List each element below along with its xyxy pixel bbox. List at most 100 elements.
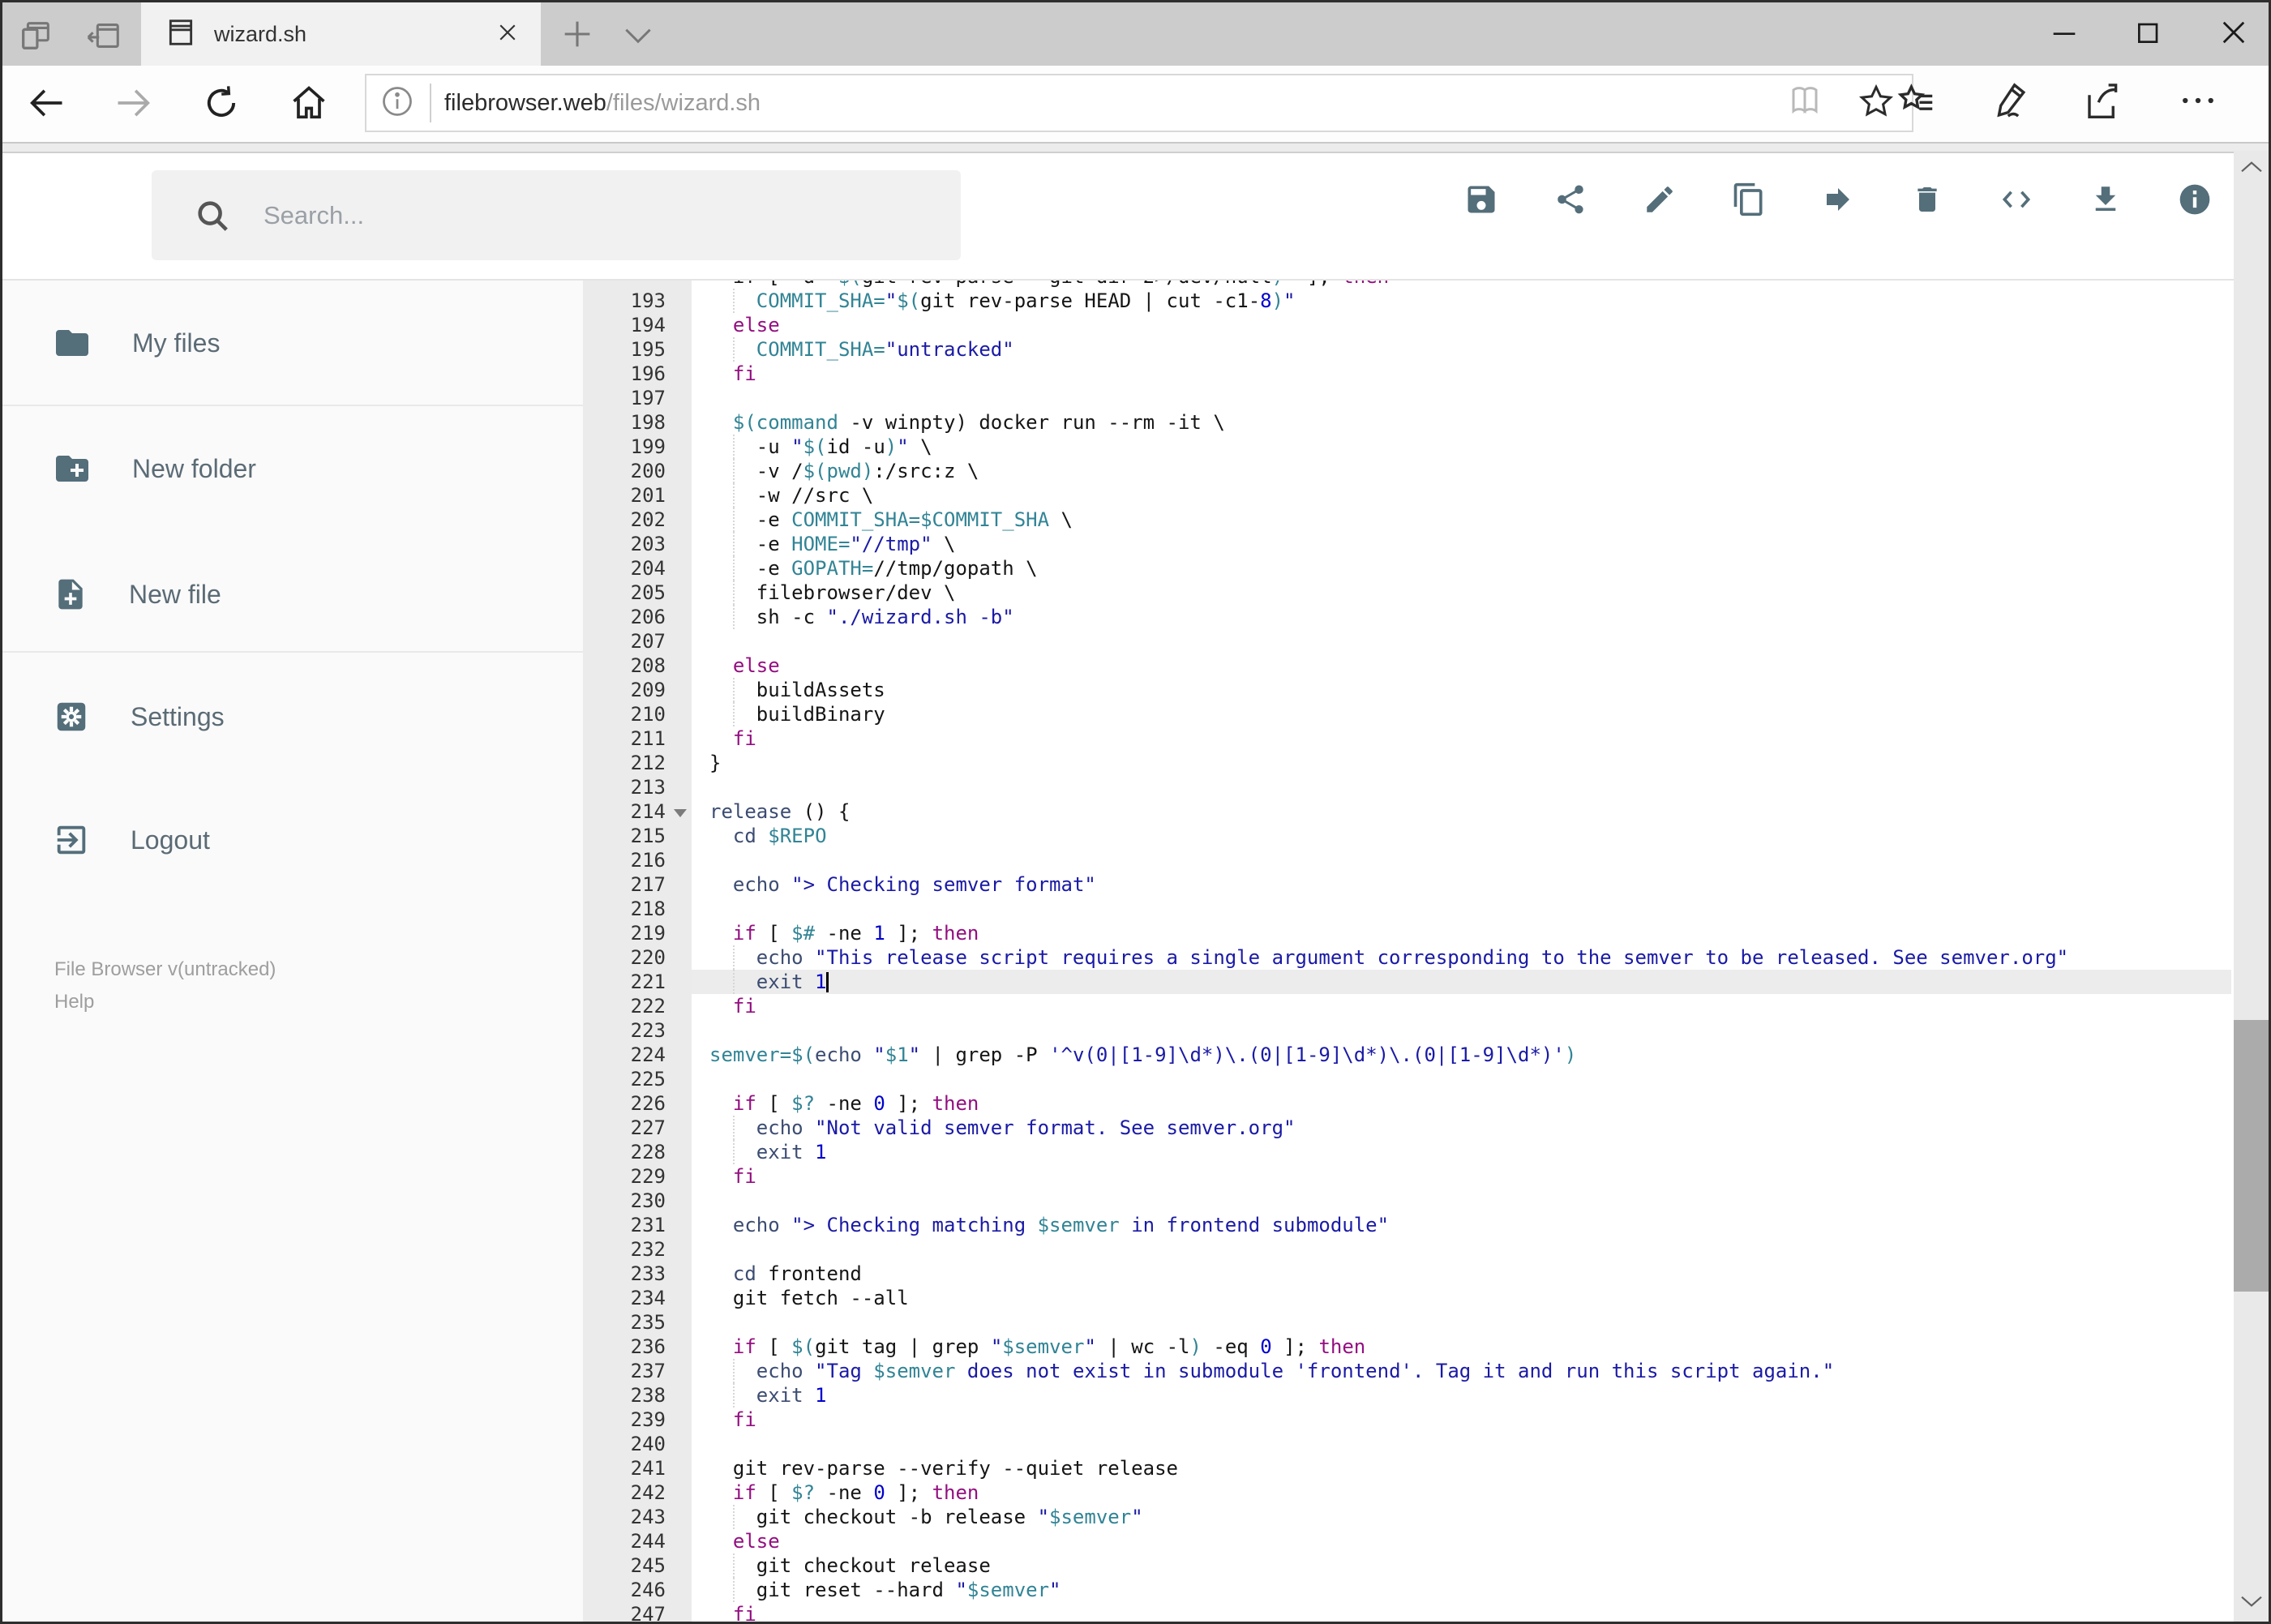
fold-arrow-icon[interactable] (674, 809, 687, 817)
sidebar-item-new-folder[interactable]: New folder (2, 428, 583, 509)
code-line[interactable]: fi (692, 994, 2231, 1018)
code-line[interactable]: fi (692, 1408, 2231, 1432)
code-editor[interactable]: 193 194 195 196 197 198 199 200 201 202 203 204 205 2… (583, 281, 2231, 1622)
code-line[interactable] (692, 1067, 2231, 1091)
url-text[interactable]: filebrowser.web/files/wizard.sh (444, 90, 1785, 117)
minimize-button[interactable] (2048, 14, 2080, 55)
code-line[interactable]: buildBinary (692, 702, 2231, 726)
code-line[interactable]: sh -c "./wizard.sh -b" (692, 605, 2231, 629)
code-line[interactable]: echo "Tag $semver does not exist in subm… (692, 1359, 2231, 1383)
code-line[interactable]: echo "Not valid semver format. See semve… (692, 1116, 2231, 1140)
code-line[interactable]: fi (692, 1164, 2231, 1189)
rename-button[interactable] (1641, 181, 1678, 218)
code-line[interactable] (692, 1432, 2231, 1456)
sidebar-item-my-files[interactable]: My files (2, 302, 583, 384)
code-line[interactable]: git checkout release (692, 1553, 2231, 1578)
browser-tab[interactable]: wizard.sh (141, 2, 541, 66)
share-button[interactable] (1552, 181, 1589, 218)
code-line[interactable]: -e HOME="//tmp" \ (692, 532, 2231, 556)
tab-close-icon[interactable] (495, 20, 520, 49)
scrollbar-thumb[interactable] (2234, 1020, 2269, 1292)
code-line[interactable]: else (692, 313, 2231, 337)
code-line[interactable] (692, 386, 2231, 410)
code-line[interactable]: fi (692, 1602, 2231, 1622)
code-line[interactable]: echo "> Checking semver format" (692, 872, 2231, 897)
code-line[interactable]: -w //src \ (692, 483, 2231, 508)
web-note-pen-icon[interactable] (1988, 79, 2032, 126)
new-tab-button[interactable] (559, 15, 596, 57)
tab-preview-chevron-icon[interactable] (620, 24, 656, 52)
sidebar-item-settings[interactable]: Settings (2, 676, 583, 757)
code-line[interactable]: git fetch --all (692, 1286, 2231, 1310)
code-line[interactable]: cd $REPO (692, 824, 2231, 848)
code-line[interactable]: -v /$(pwd):/src:z \ (692, 459, 2231, 483)
code-line[interactable]: -e COMMIT_SHA=$COMMIT_SHA \ (692, 508, 2231, 532)
info-button[interactable] (2176, 181, 2213, 218)
code-line[interactable]: echo "> Checking matching $semver in fro… (692, 1213, 2231, 1237)
share-page-icon[interactable] (2082, 79, 2126, 126)
code-line[interactable] (692, 775, 2231, 799)
maximize-button[interactable] (2132, 14, 2165, 55)
code-line[interactable]: $(command -v winpty) docker run --rm -it… (692, 410, 2231, 435)
delete-button[interactable] (1909, 181, 1946, 218)
code-line[interactable]: filebrowser/dev \ (692, 581, 2231, 605)
code-line[interactable]: exit 1 (692, 1140, 2231, 1164)
code-line[interactable] (692, 897, 2231, 921)
code-line[interactable]: else (692, 653, 2231, 678)
address-bar[interactable]: filebrowser.web/files/wizard.sh (365, 74, 1913, 132)
code-line[interactable] (692, 1189, 2231, 1213)
reading-view-icon[interactable] (1785, 84, 1824, 123)
code-line[interactable]: git checkout -b release "$semver" (692, 1505, 2231, 1529)
code-line[interactable]: exit 1 (692, 1383, 2231, 1408)
code-line[interactable] (692, 1237, 2231, 1262)
code-line[interactable]: COMMIT_SHA="$(git rev-parse HEAD | cut -… (692, 289, 2231, 313)
code-line[interactable]: exit 1 (692, 970, 2231, 994)
code-line[interactable]: COMMIT_SHA="untracked" (692, 337, 2231, 362)
save-button[interactable] (1463, 181, 1500, 218)
editor-code-area[interactable]: if [ -d "$(git rev-parse --git-dir 2>/de… (692, 281, 2231, 1622)
code-line[interactable] (692, 629, 2231, 653)
page-scrollbar[interactable] (2234, 151, 2269, 1622)
copy-button[interactable] (1730, 181, 1768, 218)
code-line[interactable]: if [ $? -ne 0 ]; then (692, 1091, 2231, 1116)
scroll-up-icon[interactable] (2239, 157, 2265, 181)
code-line[interactable]: release () { (692, 799, 2231, 824)
forward-button[interactable] (113, 82, 155, 128)
sidebar-item-new-file[interactable]: New file (2, 554, 583, 635)
settings-more-icon[interactable] (2176, 79, 2220, 126)
scroll-down-icon[interactable] (2239, 1592, 2265, 1615)
code-line[interactable]: git reset --hard "$semver" (692, 1578, 2231, 1602)
back-button[interactable] (25, 82, 67, 128)
site-info-icon[interactable] (379, 84, 415, 123)
code-line[interactable]: fi (692, 726, 2231, 751)
code-line[interactable]: else (692, 1529, 2231, 1553)
code-line[interactable]: buildAssets (692, 678, 2231, 702)
download-button[interactable] (2087, 181, 2124, 218)
home-button[interactable] (288, 82, 330, 128)
code-line[interactable] (692, 1018, 2231, 1043)
code-line[interactable]: semver=$(echo "$1" | grep -P '^v(0|[1-9]… (692, 1043, 2231, 1067)
code-line[interactable]: echo "This release script requires a sin… (692, 945, 2231, 970)
add-favorite-star-icon[interactable] (1857, 82, 1896, 125)
search-input[interactable]: Search... (152, 170, 961, 260)
close-window-button[interactable] (2217, 14, 2251, 55)
move-button[interactable] (1819, 181, 1857, 218)
code-line[interactable]: fi (692, 362, 2231, 386)
code-line[interactable]: if [ $(git tag | grep "$semver" | wc -l)… (692, 1335, 2231, 1359)
hub-favorites-icon[interactable] (1894, 79, 1938, 126)
code-line[interactable] (692, 1310, 2231, 1335)
help-link[interactable]: Help (54, 986, 276, 1018)
code-line[interactable] (692, 848, 2231, 872)
code-line[interactable]: cd frontend (692, 1262, 2231, 1286)
refresh-button[interactable] (200, 82, 242, 128)
code-line[interactable]: if [ $? -ne 0 ]; then (692, 1480, 2231, 1505)
sidebar-item-logout[interactable]: Logout (2, 799, 583, 881)
set-tabs-aside-icon[interactable] (17, 17, 54, 54)
code-line[interactable]: } (692, 751, 2231, 775)
code-view-button[interactable] (1998, 181, 2035, 218)
code-line[interactable]: git rev-parse --verify --quiet release (692, 1456, 2231, 1480)
code-line[interactable]: if [ $# -ne 1 ]; then (692, 921, 2231, 945)
code-line[interactable]: if [ -d "$(git rev-parse --git-dir 2>/de… (692, 281, 2231, 289)
code-line[interactable]: -u "$(id -u)" \ (692, 435, 2231, 459)
tabs-set-aside-icon[interactable] (85, 17, 122, 54)
